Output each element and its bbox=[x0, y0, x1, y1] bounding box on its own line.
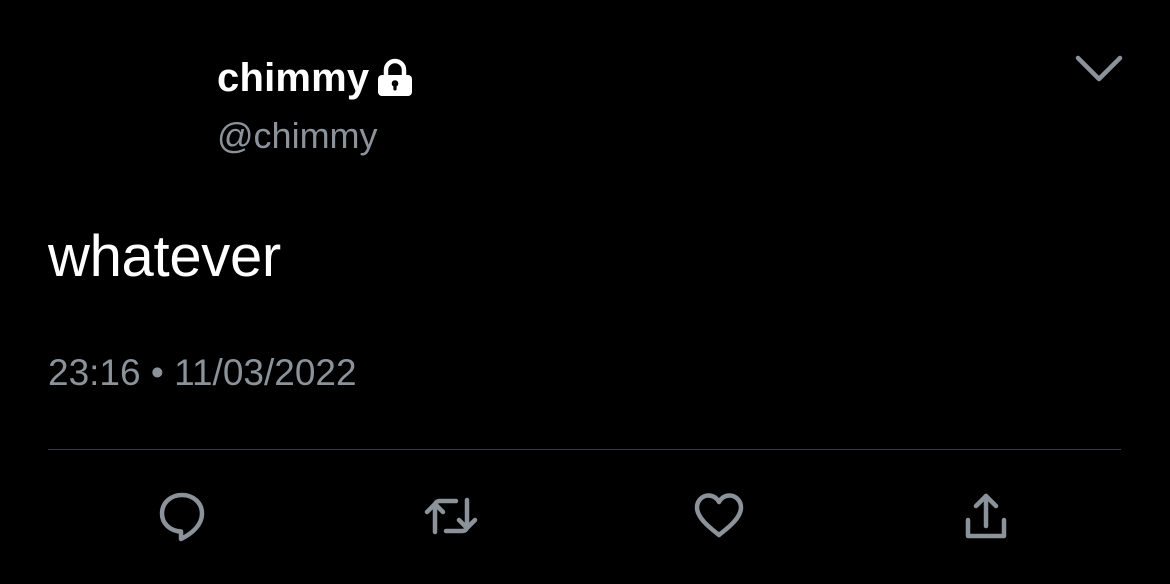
tweet-text: whatever bbox=[48, 224, 281, 289]
retweet-button[interactable] bbox=[421, 486, 481, 546]
avatar[interactable] bbox=[48, 50, 194, 160]
share-button[interactable] bbox=[956, 486, 1016, 546]
divider bbox=[48, 449, 1121, 450]
display-name[interactable]: chimmy bbox=[217, 54, 369, 102]
user-name-row[interactable]: chimmy bbox=[217, 54, 414, 102]
like-button[interactable] bbox=[689, 486, 749, 546]
share-icon bbox=[958, 488, 1014, 544]
lock-icon bbox=[376, 58, 414, 98]
user-handle[interactable]: @chimmy bbox=[217, 114, 378, 158]
heart-icon bbox=[691, 488, 747, 544]
retweet-icon bbox=[421, 488, 481, 544]
tweet-time: 23:16 bbox=[48, 352, 141, 393]
tweet-timestamp[interactable]: 23:16 • 11/03/2022 bbox=[48, 348, 357, 398]
chevron-down-icon[interactable] bbox=[1074, 52, 1124, 86]
tweet-card: chimmy @chimmy whatever 23:16 • 11/03/20… bbox=[0, 0, 1170, 584]
meta-separator: • bbox=[150, 352, 164, 393]
tweet-date: 11/03/2022 bbox=[174, 352, 357, 393]
reply-icon bbox=[154, 488, 210, 544]
reply-button[interactable] bbox=[152, 486, 212, 546]
